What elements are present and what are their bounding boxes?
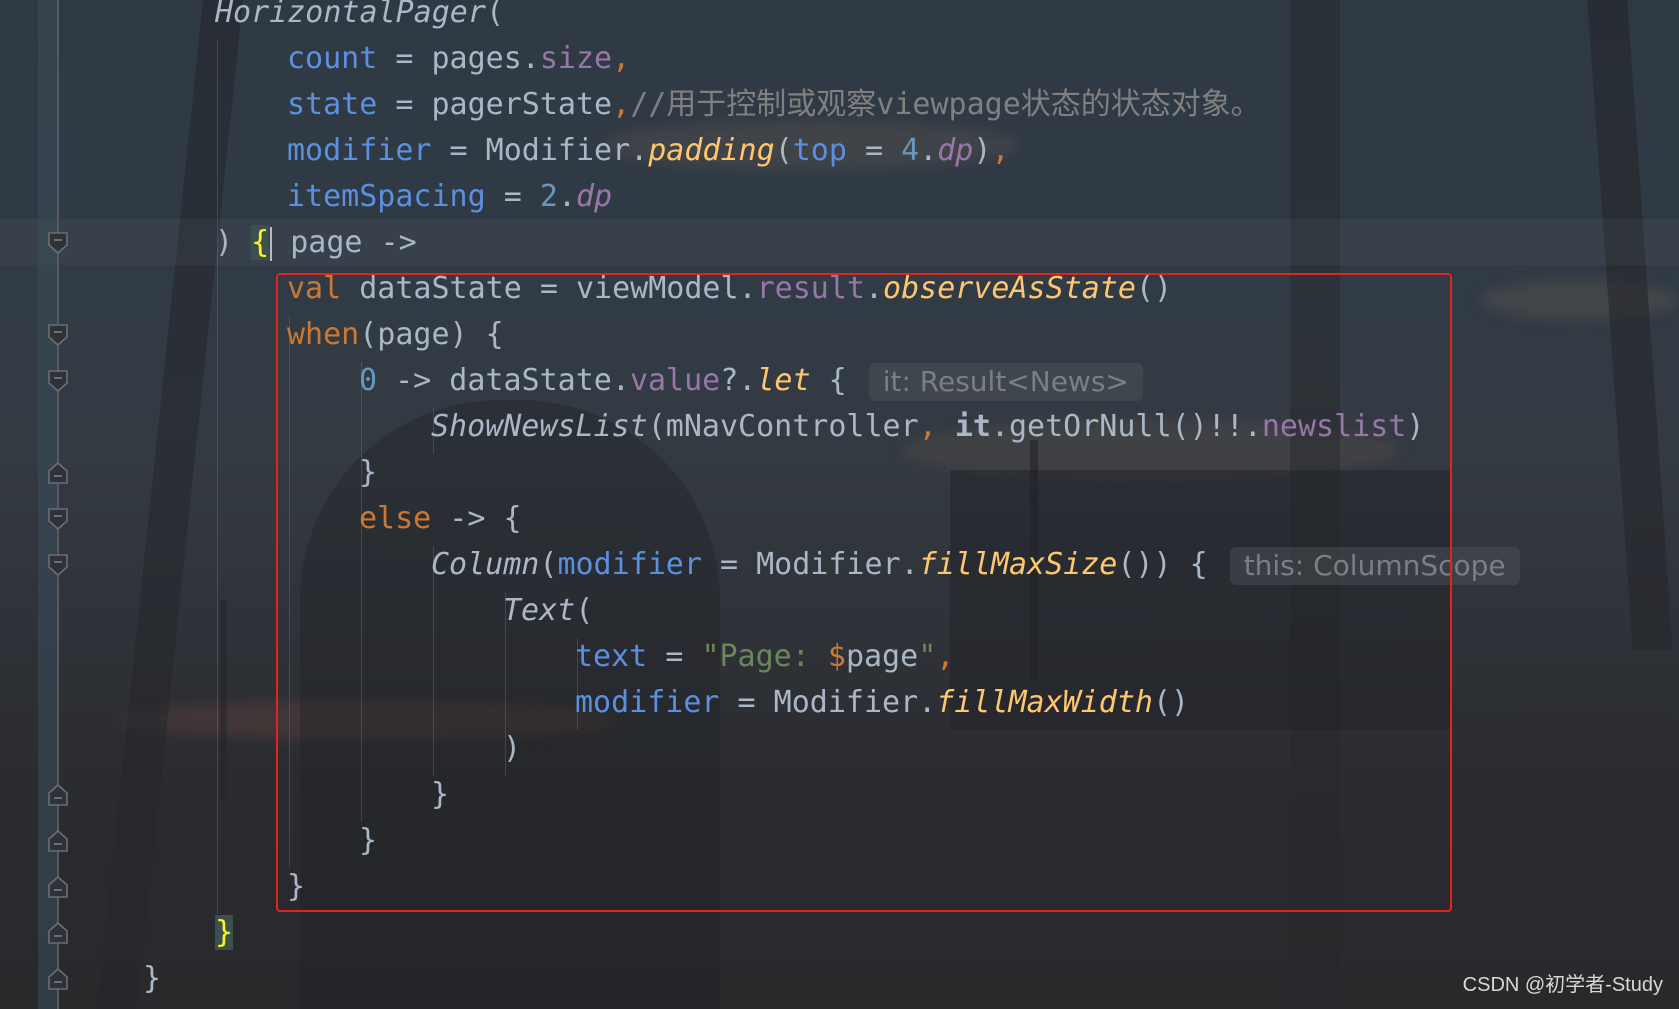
code-token: } xyxy=(143,961,162,996)
code-token: , xyxy=(612,87,631,122)
code-token: padding xyxy=(648,133,775,168)
code-line[interactable]: } xyxy=(215,910,234,956)
fold-collapse-icon[interactable] xyxy=(47,231,69,255)
code-token: ) xyxy=(215,225,252,260)
gutter-fold-stem xyxy=(57,0,59,1009)
code-token: = Modifier. xyxy=(431,133,649,168)
code-token: //用于控制或观察viewpage状态的状态对象。 xyxy=(630,87,1261,122)
code-token: ) xyxy=(973,133,992,168)
code-token: 2 xyxy=(539,179,558,214)
highlight-annotation-box xyxy=(276,273,1452,912)
fold-end-icon[interactable] xyxy=(47,829,69,853)
code-line[interactable]: itemSpacing = 2.dp xyxy=(287,174,612,220)
code-line[interactable]: } xyxy=(143,956,161,1002)
code-line[interactable]: count = pages.size, xyxy=(287,36,630,82)
code-token: count xyxy=(287,41,378,76)
fold-end-icon[interactable] xyxy=(47,875,69,899)
code-token: modifier xyxy=(287,133,432,168)
fold-end-icon[interactable] xyxy=(47,461,69,485)
code-token: . xyxy=(919,133,938,168)
gutter-change-marker xyxy=(38,0,58,1009)
code-token: size xyxy=(539,41,613,76)
code-token: } xyxy=(215,915,234,950)
code-token: ( xyxy=(485,0,504,30)
code-token: , xyxy=(612,41,631,76)
fold-end-icon[interactable] xyxy=(47,967,69,991)
fold-collapse-icon[interactable] xyxy=(47,369,69,393)
code-token: = pages. xyxy=(377,41,540,76)
code-line[interactable]: state = pagerState,//用于控制或观察viewpage状态的状… xyxy=(287,82,1261,128)
code-token: itemSpacing xyxy=(287,179,486,214)
code-line[interactable]: ) { page -> xyxy=(215,220,417,266)
indent-guide xyxy=(217,40,218,914)
fold-collapse-icon[interactable] xyxy=(47,323,69,347)
code-token: dp xyxy=(576,179,613,214)
code-token: page -> xyxy=(272,225,417,260)
fold-collapse-icon[interactable] xyxy=(47,507,69,531)
code-token: top xyxy=(792,133,847,168)
code-token: HorizontalPager xyxy=(215,0,486,30)
code-token: dp xyxy=(937,133,974,168)
code-token: = xyxy=(846,133,902,168)
fold-end-icon[interactable] xyxy=(47,783,69,807)
watermark: CSDN @初学者-Study xyxy=(1462,974,1663,996)
code-token: = pagerState xyxy=(377,87,613,122)
code-token: 4 xyxy=(901,133,920,168)
code-token: state xyxy=(287,87,378,122)
code-token: ( xyxy=(774,133,793,168)
fold-end-icon[interactable] xyxy=(47,921,69,945)
code-token: = xyxy=(485,179,540,214)
code-token: . xyxy=(557,179,576,214)
code-line[interactable]: modifier = Modifier.padding(top = 4.dp), xyxy=(287,128,1010,174)
code-token: , xyxy=(991,133,1010,168)
fold-collapse-icon[interactable] xyxy=(47,553,69,577)
code-line[interactable]: HorizontalPager( xyxy=(215,0,504,36)
code-token: { xyxy=(251,225,270,260)
